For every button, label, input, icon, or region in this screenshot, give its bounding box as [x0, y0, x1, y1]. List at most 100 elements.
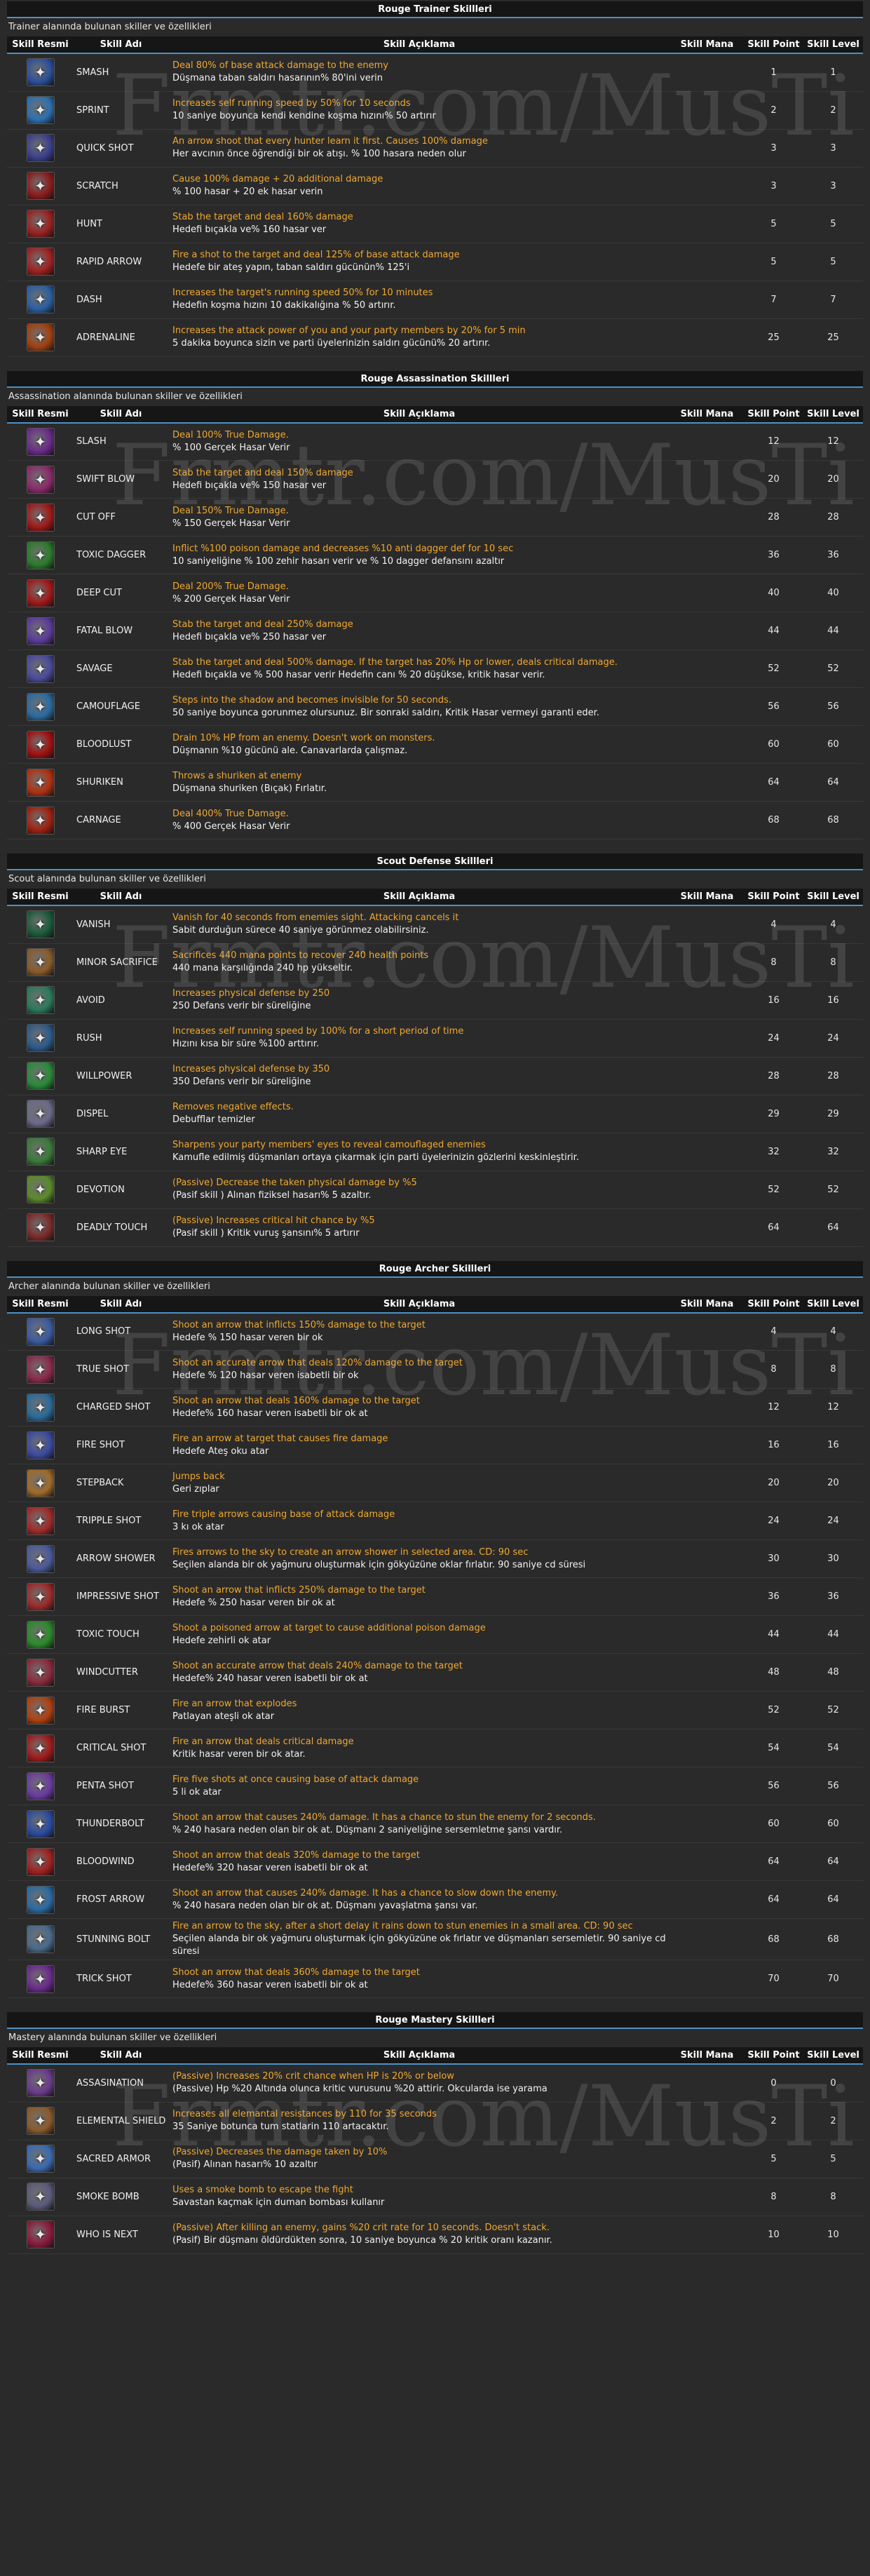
- dash-icon: ✦: [26, 285, 55, 313]
- skill-icon-cell: ✦: [7, 687, 74, 726]
- skill-glyph-icon: ✦: [34, 1067, 46, 1084]
- skill-desc-en: Shoot an arrow that deals 360% damage to…: [172, 1967, 420, 1978]
- skill-mana: [670, 243, 744, 281]
- skill-level: 5: [803, 243, 863, 281]
- skill-point: 5: [744, 2140, 803, 2178]
- skill-icon-cell: ✦: [7, 536, 74, 574]
- rapid-arrow-icon: ✦: [26, 248, 55, 276]
- table-row: ✦ SMOKE BOMB Uses a smoke bomb to escape…: [7, 2178, 863, 2216]
- skill-name: RUSH: [74, 1019, 168, 1058]
- skill-desc-tr: % 400 Gerçek Hasar Verir: [172, 821, 290, 832]
- skill-desc-tr: 50 saniye boyunca gorunmez olursunuz. Bi…: [172, 707, 599, 718]
- table-row: ✦ DEEP CUT Deal 200% True Damage.% 200 G…: [7, 574, 863, 612]
- section-subtitle: Trainer alanında bulunan skiller ve özel…: [8, 22, 212, 32]
- skill-desc-tr: 250 Defans verir bir süreliğine: [172, 1001, 311, 1011]
- skill-level: 64: [803, 1208, 863, 1247]
- skill-description: Steps into the shadow and becomes invisi…: [168, 687, 670, 726]
- skill-desc-en: Increases the attack power of you and yo…: [172, 325, 526, 336]
- skill-icon-cell: ✦: [7, 2064, 74, 2103]
- skill-name: CHARGED SHOT: [74, 1388, 168, 1427]
- column-header-icon: Skill Resmi: [7, 405, 74, 424]
- who-is-next-icon: ✦: [26, 2220, 55, 2248]
- skill-desc-tr: % 200 Gerçek Hasar Verir: [172, 593, 290, 605]
- skill-icon-cell: ✦: [7, 1388, 74, 1427]
- carnage-icon: ✦: [26, 806, 55, 835]
- skill-icon-cell: ✦: [7, 1918, 74, 1960]
- table-row: ✦ LONG SHOT Shoot an arrow that inflicts…: [7, 1312, 863, 1351]
- section-title: Rouge Archer Skillleri: [7, 1260, 863, 1278]
- skill-table: Skill Resmi Skill Adı Skill Açıklama Ski…: [7, 889, 863, 1247]
- charged-shot-icon: ✦: [26, 1393, 55, 1422]
- skill-point: 25: [744, 318, 803, 357]
- skill-level: 28: [803, 498, 863, 537]
- skill-level: 24: [803, 1502, 863, 1540]
- skill-icon-cell: ✦: [7, 1057, 74, 1095]
- page-root: Rouge Trainer Skillleri Trainer alanında…: [7, 1, 863, 2254]
- skill-point: 4: [744, 1312, 803, 1351]
- table-row: ✦ IMPRESSIVE SHOT Shoot an arrow that in…: [7, 1577, 863, 1616]
- skill-mana: [670, 422, 744, 461]
- skill-point: 5: [744, 243, 803, 281]
- skill-name: FATAL BLOW: [74, 612, 168, 650]
- column-header-icon: Skill Resmi: [7, 889, 74, 906]
- table-row: ✦ PENTA SHOT Fire five shots at once cau…: [7, 1767, 863, 1805]
- table-row: ✦ SHURIKEN Throws a shuriken at enemy Düş…: [7, 763, 863, 802]
- skill-icon-cell: ✦: [7, 205, 74, 243]
- skill-icon-cell: ✦: [7, 1095, 74, 1133]
- skill-description: Jumps back Geri zıplar: [168, 1464, 670, 1502]
- skill-point: 1: [744, 53, 803, 92]
- skill-description: Fire a shot to the target and deal 125% …: [168, 243, 670, 281]
- skill-mana: [670, 1615, 744, 1654]
- skill-desc-tr: % 100 Gerçek Hasar Verir: [172, 442, 290, 453]
- cut-off-icon: ✦: [26, 503, 55, 532]
- skill-desc-tr: (Passive) Hp %20 Altında olunca kritic v…: [172, 2084, 548, 2095]
- skill-name: MINOR SACRIFICE: [74, 943, 168, 982]
- skill-glyph-icon: ✦: [34, 1777, 46, 1795]
- skill-level: 25: [803, 318, 863, 357]
- vanish-icon: ✦: [26, 910, 55, 939]
- section-subtitle: Mastery alanında bulunan skiller ve özel…: [8, 2032, 217, 2043]
- skill-description: Drain 10% HP from an enemy. Doesn't work…: [168, 725, 670, 764]
- skill-point: 36: [744, 1577, 803, 1616]
- skill-glyph-icon: ✦: [34, 1853, 46, 1870]
- section-title: Scout Defense Skillleri: [7, 854, 863, 870]
- skill-level: 32: [803, 1133, 863, 1171]
- skill-name: DEADLY TOUCH: [74, 1208, 168, 1247]
- skill-description: Increases self running speed by 50% for …: [168, 91, 670, 130]
- skill-glyph-icon: ✦: [34, 1815, 46, 1833]
- skill-level: 20: [803, 460, 863, 499]
- skill-desc-tr: % 150 Gerçek Hasar Verir: [172, 518, 290, 529]
- skill-point: 24: [744, 1019, 803, 1058]
- skill-mana: [670, 1539, 744, 1578]
- skill-level: 70: [803, 1960, 863, 1998]
- column-header-mana: Skill Mana: [670, 2047, 744, 2065]
- skill-point: 8: [744, 943, 803, 982]
- skill-level: 12: [803, 422, 863, 461]
- skill-level: 52: [803, 649, 863, 688]
- skill-level: 5: [803, 2140, 863, 2178]
- skill-mana: [670, 318, 744, 357]
- skill-mana: [670, 2064, 744, 2103]
- toxic-dagger-icon: ✦: [26, 541, 55, 569]
- skill-level: 3: [803, 167, 863, 205]
- skill-desc-en: Drain 10% HP from an enemy. Doesn't work…: [172, 732, 435, 743]
- skill-desc-en: Cause 100% damage + 20 additional damage: [172, 174, 383, 184]
- column-header-point: Skill Point: [744, 36, 803, 54]
- table-row: ✦ FROST ARROW Shoot an arrow that causes…: [7, 1880, 863, 1919]
- skill-mana: [670, 1388, 744, 1427]
- section-subtitle: Archer alanında bulunan skiller ve özell…: [8, 1281, 210, 1292]
- skill-point: 64: [744, 1880, 803, 1919]
- table-row: ✦ THUNDERBOLT Shoot an arrow that causes…: [7, 1805, 863, 1843]
- skill-desc-tr: % 240 hasara neden olan bir ok at. Düşma…: [172, 1900, 478, 1911]
- skill-glyph-icon: ✦: [34, 215, 46, 232]
- skill-name: SHURIKEN: [74, 763, 168, 802]
- table-row: ✦ SLASH Deal 100% True Damage. % 100 Gerç…: [7, 422, 863, 461]
- skill-description: Increases all elemantal resistances by 1…: [168, 2102, 670, 2140]
- skill-point: 44: [744, 612, 803, 650]
- skill-glyph-icon: ✦: [34, 102, 46, 119]
- skill-mana: [670, 2216, 744, 2254]
- skill-level: 28: [803, 1057, 863, 1095]
- table-row: ✦ WINDCUTTER Shoot an accurate arrow tha…: [7, 1653, 863, 1692]
- smash-icon: ✦: [26, 58, 55, 87]
- skill-name: PENTA SHOT: [74, 1767, 168, 1805]
